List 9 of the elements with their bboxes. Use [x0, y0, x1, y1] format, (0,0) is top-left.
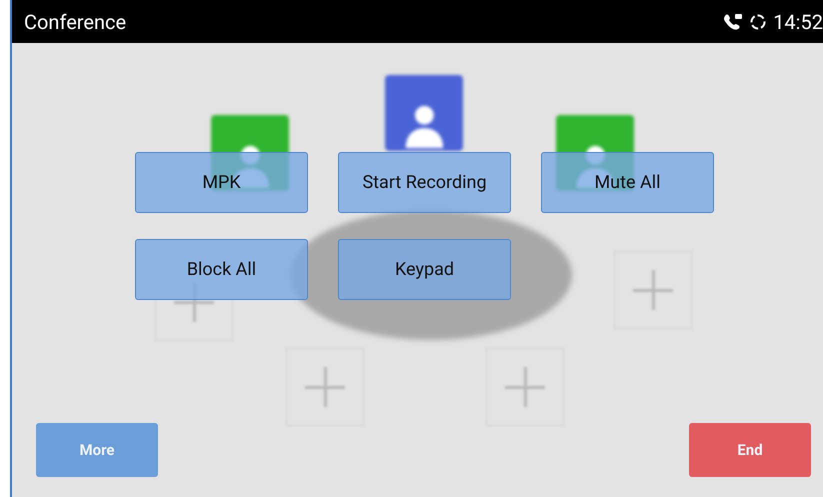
window-title: Conference: [24, 10, 126, 34]
menu-button[interactable]: Mute All: [541, 152, 714, 213]
menu-button[interactable]: Keypad: [338, 239, 511, 300]
phone-icon: [723, 12, 744, 30]
menu-button[interactable]: Block All: [135, 239, 308, 300]
sync-icon: [749, 12, 768, 30]
clock-time: 14:52: [773, 10, 823, 34]
menu-button[interactable]: Start Recording: [338, 152, 511, 213]
menu-button[interactable]: MPK: [135, 152, 308, 213]
